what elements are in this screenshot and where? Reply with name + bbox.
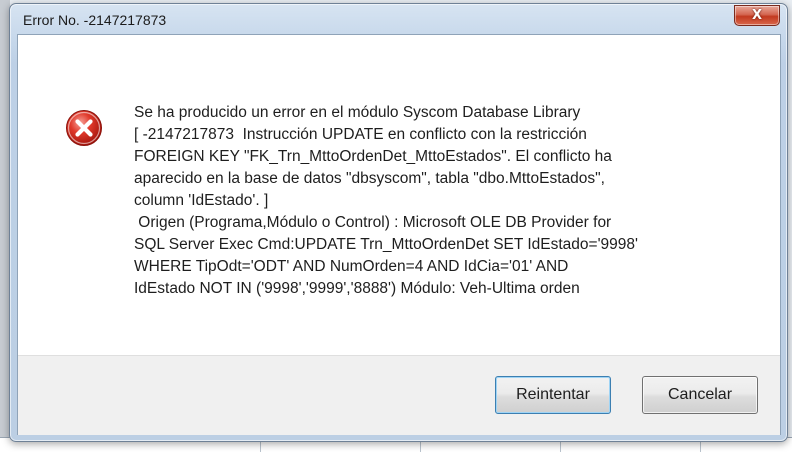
error-icon — [66, 110, 102, 146]
close-button[interactable]: X — [734, 5, 780, 26]
message-line: IdEstado NOT IN ('9998','9999','8888') M… — [134, 280, 580, 297]
message-line: Se ha producido un error en el módulo Sy… — [134, 104, 581, 121]
cancel-button[interactable]: Cancelar — [642, 376, 758, 414]
message-line: [ -2147217873 Instrucción UPDATE en conf… — [134, 126, 587, 143]
message-line: FOREIGN KEY "FK_Trn_MttoOrdenDet_MttoEst… — [134, 148, 612, 165]
error-message: Se ha producido un error en el módulo Sy… — [134, 102, 754, 300]
message-line: Origen (Programa,Módulo o Control) : Mic… — [134, 214, 612, 231]
message-line: column 'IdEstado'. ] — [134, 192, 269, 209]
message-area: Se ha producido un error en el módulo Sy… — [18, 35, 780, 355]
window-title: Error No. -2147217873 — [23, 12, 167, 28]
button-panel: Reintentar Cancelar — [18, 355, 780, 435]
message-line: WHERE TipOdt='ODT' AND NumOrden=4 AND Id… — [134, 258, 569, 275]
dialog-client-area: Se ha producido un error en el módulo Sy… — [17, 34, 781, 435]
close-icon: X — [751, 8, 763, 23]
retry-button[interactable]: Reintentar — [495, 376, 611, 414]
error-dialog-window: Error No. -2147217873 X Se ha producido … — [9, 3, 788, 442]
message-line: aparecido en la base de datos "dbsyscom"… — [134, 170, 605, 187]
message-line: SQL Server Exec Cmd:UPDATE Trn_MttoOrden… — [134, 236, 638, 253]
title-bar[interactable]: Error No. -2147217873 X — [10, 4, 787, 34]
